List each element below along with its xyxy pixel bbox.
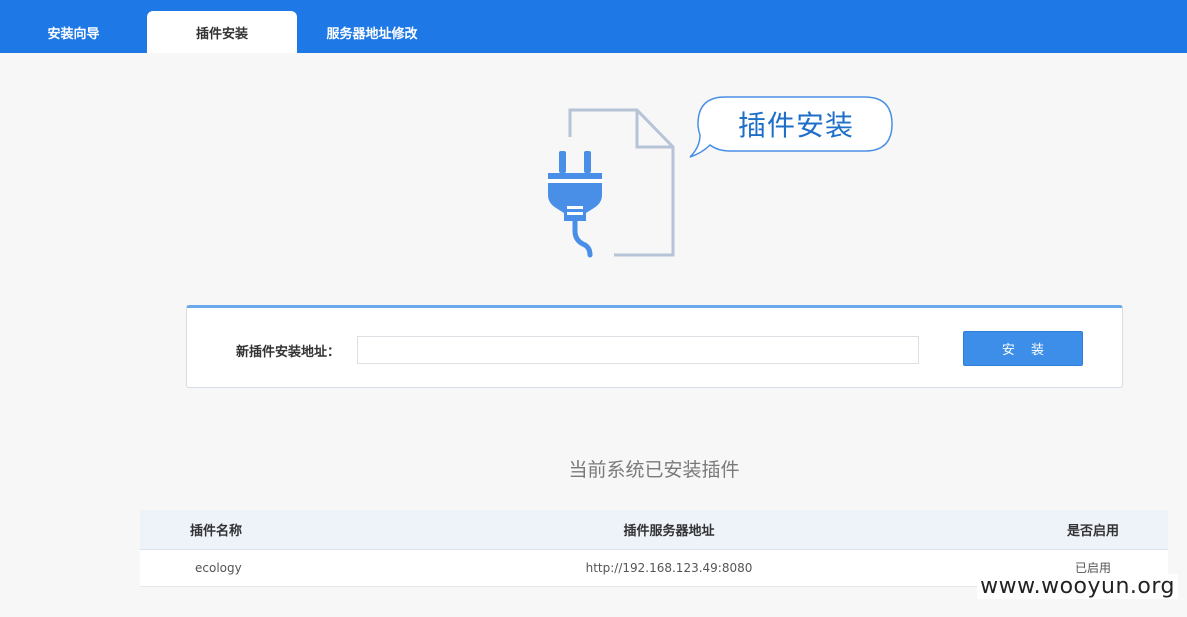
column-header-server-address: 插件服务器地址 xyxy=(320,510,1018,550)
plug-icon xyxy=(546,151,604,258)
hero-title: 插件安装 xyxy=(737,109,854,142)
plugin-install-form: 新插件安装地址： 安 装 xyxy=(186,305,1123,388)
install-address-label: 新插件安装地址： xyxy=(236,345,341,360)
plugin-address-input[interactable] xyxy=(357,336,919,364)
watermark-text: www.wooyun.org xyxy=(977,574,1178,599)
top-navigation-bar: 安装向导 插件安装 服务器地址修改 xyxy=(0,0,1187,53)
tab-install-wizard[interactable]: 安装向导 xyxy=(0,11,147,53)
plugin-name-cell: ecology xyxy=(140,549,320,587)
column-header-enabled: 是否启用 xyxy=(1018,510,1168,550)
install-button[interactable]: 安 装 xyxy=(963,331,1083,366)
tab-server-address[interactable]: 服务器地址修改 xyxy=(297,11,447,53)
table-header-row: 插件名称 插件服务器地址 是否启用 xyxy=(140,510,1168,550)
plugin-url-cell: http://192.168.123.49:8080 xyxy=(320,549,1018,587)
tab-plugin-install[interactable]: 插件安装 xyxy=(147,11,297,53)
column-header-name: 插件名称 xyxy=(140,510,320,550)
installed-plugins-title: 当前系统已安装插件 xyxy=(568,459,740,481)
